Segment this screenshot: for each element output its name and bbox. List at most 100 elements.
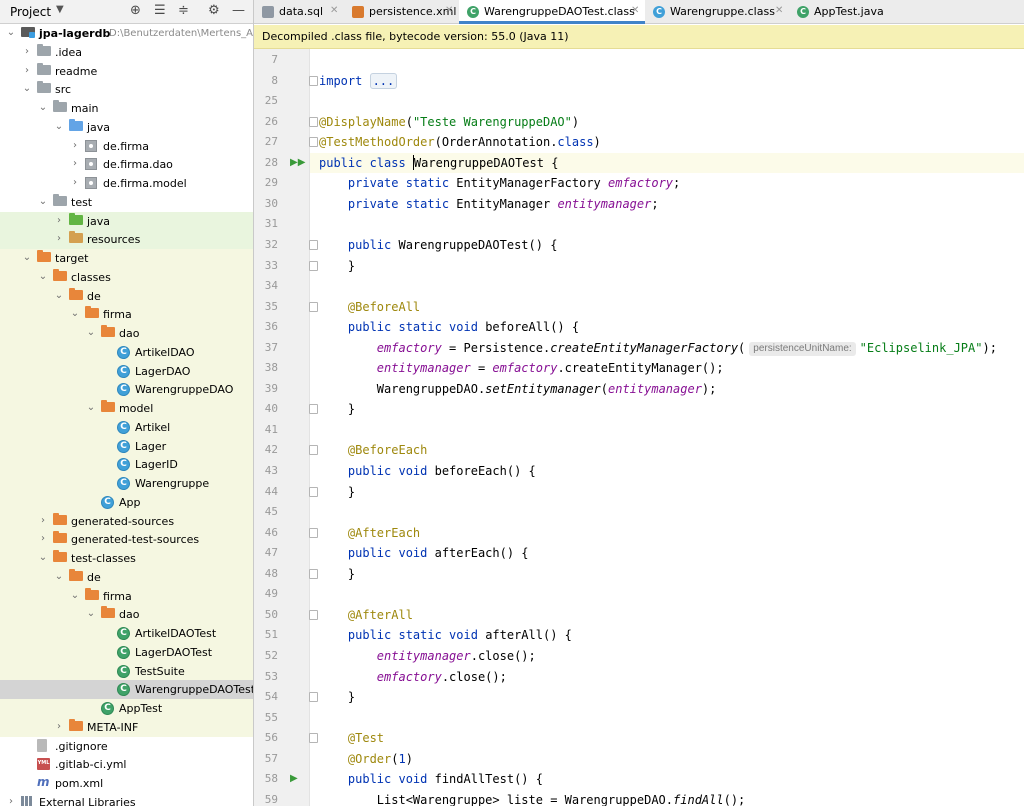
code-line[interactable]: public static void beforeAll() { xyxy=(310,317,1024,337)
code-line[interactable]: @Order(1) xyxy=(310,749,1024,769)
chevron-down-icon[interactable]: ⌄ xyxy=(38,194,48,210)
editor-tab[interactable]: AppTest.java xyxy=(789,0,899,24)
chevron-down-icon[interactable]: ▼ xyxy=(56,4,64,15)
code-line[interactable] xyxy=(310,214,1024,234)
tree-item[interactable]: ⌄ test xyxy=(0,193,253,212)
code-line[interactable]: @BeforeAll xyxy=(310,297,1024,317)
chevron-down-icon[interactable]: ⌄ xyxy=(54,569,64,585)
code-line[interactable]: @AfterAll xyxy=(310,605,1024,625)
code-line[interactable] xyxy=(310,708,1024,728)
chevron-down-icon[interactable]: ⌄ xyxy=(38,550,48,566)
code-line[interactable]: private static EntityManagerFactory emfa… xyxy=(310,173,1024,193)
tree-item[interactable]: ⌄ de xyxy=(0,286,253,306)
code-line[interactable]: public void findAllTest() { xyxy=(310,769,1024,789)
tree-item[interactable]: ⌄ de xyxy=(0,567,253,587)
tree-item[interactable]: ⌄ test-classes xyxy=(0,549,253,568)
code-line[interactable]: emfactory.close(); xyxy=(310,667,1024,687)
chevron-right-icon[interactable]: › xyxy=(54,231,64,247)
tree-item[interactable]: m pom.xml xyxy=(0,774,253,793)
chevron-down-icon[interactable]: ⌄ xyxy=(70,588,80,604)
code-line[interactable]: import ... xyxy=(310,71,1024,91)
close-icon[interactable]: ✕ xyxy=(330,5,338,16)
collapse-all-icon[interactable]: ≑ xyxy=(178,3,189,19)
tree-item[interactable]: ⌄ firma xyxy=(0,586,253,606)
chevron-right-icon[interactable]: › xyxy=(38,513,48,529)
code-line[interactable]: List<Warengruppe> liste = WarengruppeDAO… xyxy=(310,790,1024,806)
tree-item[interactable]: App xyxy=(0,492,253,512)
tree-item[interactable]: ArtikelDAO xyxy=(0,342,253,362)
tree-item[interactable]: LagerDAOTest xyxy=(0,642,253,662)
code-area[interactable]: import ... @DisplayName("Teste Warengrupp… xyxy=(310,49,1024,806)
code-line[interactable]: entitymanager.close(); xyxy=(310,646,1024,666)
tree-item[interactable]: › .idea xyxy=(0,43,253,62)
chevron-down-icon[interactable]: ⌄ xyxy=(38,269,48,285)
chevron-right-icon[interactable]: › xyxy=(70,175,80,191)
chevron-right-icon[interactable]: › xyxy=(70,156,80,172)
tree-item[interactable]: LagerID xyxy=(0,455,253,475)
tree-item[interactable]: .gitignore xyxy=(0,737,253,756)
chevron-right-icon[interactable]: › xyxy=(38,531,48,547)
tree-item[interactable]: › readme xyxy=(0,62,253,81)
code-line[interactable]: } xyxy=(310,687,1024,707)
chevron-down-icon[interactable]: ⌄ xyxy=(38,100,48,116)
tree-item[interactable]: Warengruppe xyxy=(0,474,253,493)
run-all-tests-icon[interactable]: ▶▶ xyxy=(290,153,305,173)
code-line[interactable]: @DisplayName("Teste WarengruppeDAO") xyxy=(310,112,1024,132)
gear-icon[interactable]: ⚙ xyxy=(208,3,220,19)
tree-item[interactable]: WarengruppeDAO xyxy=(0,380,253,400)
code-line[interactable] xyxy=(310,502,1024,522)
editor-tab[interactable]: Warengruppe.class✕ xyxy=(645,0,789,24)
chevron-right-icon[interactable]: › xyxy=(6,794,16,806)
tree-item[interactable]: › External Libraries xyxy=(0,793,253,806)
code-line[interactable] xyxy=(310,276,1024,296)
code-line[interactable] xyxy=(310,420,1024,440)
code-line[interactable]: private static EntityManager entitymanag… xyxy=(310,194,1024,214)
project-view-selector[interactable]: Project xyxy=(10,5,51,19)
expand-all-icon[interactable]: ☰ xyxy=(154,3,166,19)
tree-item[interactable]: › de.firma.dao xyxy=(0,155,253,174)
code-line[interactable]: } xyxy=(310,482,1024,502)
code-line[interactable]: WarengruppeDAO.setEntitymanager(entityma… xyxy=(310,379,1024,399)
chevron-down-icon[interactable]: ⌄ xyxy=(6,25,16,41)
chevron-down-icon[interactable]: ⌄ xyxy=(86,325,96,341)
tree-item[interactable]: ⌄ firma xyxy=(0,305,253,325)
code-line[interactable]: @TestMethodOrder(OrderAnnotation.class) xyxy=(310,132,1024,152)
tree-item[interactable]: TestSuite xyxy=(0,661,253,681)
tree-item[interactable]: › java xyxy=(0,211,253,231)
tree-item[interactable]: › de.firma.model xyxy=(0,174,253,193)
tree-item[interactable]: WarengruppeDAOTest xyxy=(0,680,253,700)
tree-item[interactable]: ArtikelDAOTest xyxy=(0,624,253,643)
code-line[interactable]: public class WarengruppeDAOTest { xyxy=(310,152,1024,173)
close-icon[interactable]: ✕ xyxy=(445,5,453,16)
chevron-down-icon[interactable]: ⌄ xyxy=(22,250,32,266)
code-line[interactable] xyxy=(310,50,1024,70)
tree-item[interactable]: ⌄ main xyxy=(0,99,253,118)
code-line[interactable] xyxy=(310,91,1024,111)
chevron-right-icon[interactable]: › xyxy=(70,138,80,154)
code-line[interactable]: entitymanager = emfactory.createEntityMa… xyxy=(310,358,1024,378)
chevron-down-icon[interactable]: ⌄ xyxy=(70,306,80,322)
code-line[interactable]: @AfterEach xyxy=(310,523,1024,543)
tree-item[interactable]: ⌄ model xyxy=(0,399,253,418)
tree-item[interactable]: ⌄ target xyxy=(0,249,253,268)
chevron-right-icon[interactable]: › xyxy=(22,63,32,79)
close-icon[interactable]: ✕ xyxy=(631,5,639,16)
tree-item[interactable]: ⌄ src xyxy=(0,80,253,99)
code-line[interactable]: public static void afterAll() { xyxy=(310,625,1024,645)
hide-panel-icon[interactable]: — xyxy=(232,3,245,19)
tree-item[interactable]: › resources xyxy=(0,230,253,250)
chevron-down-icon[interactable]: ⌄ xyxy=(22,81,32,97)
tree-item[interactable]: ⌄ classes xyxy=(0,267,253,287)
chevron-down-icon[interactable]: ⌄ xyxy=(86,606,96,622)
tree-item[interactable]: › generated-test-sources xyxy=(0,530,253,550)
tree-item[interactable]: ⌄ java xyxy=(0,118,253,137)
tree-item[interactable]: ⌄ dao xyxy=(0,605,253,625)
chevron-right-icon[interactable]: › xyxy=(54,719,64,735)
code-line[interactable]: emfactory = Persistence.createEntityMana… xyxy=(310,338,1024,358)
tree-item[interactable]: LagerDAO xyxy=(0,361,253,381)
code-line[interactable]: } xyxy=(310,564,1024,584)
folded-imports[interactable]: ... xyxy=(369,72,398,89)
code-line[interactable]: public void beforeEach() { xyxy=(310,461,1024,481)
code-line[interactable]: } xyxy=(310,399,1024,419)
chevron-down-icon[interactable]: ⌄ xyxy=(86,400,96,416)
